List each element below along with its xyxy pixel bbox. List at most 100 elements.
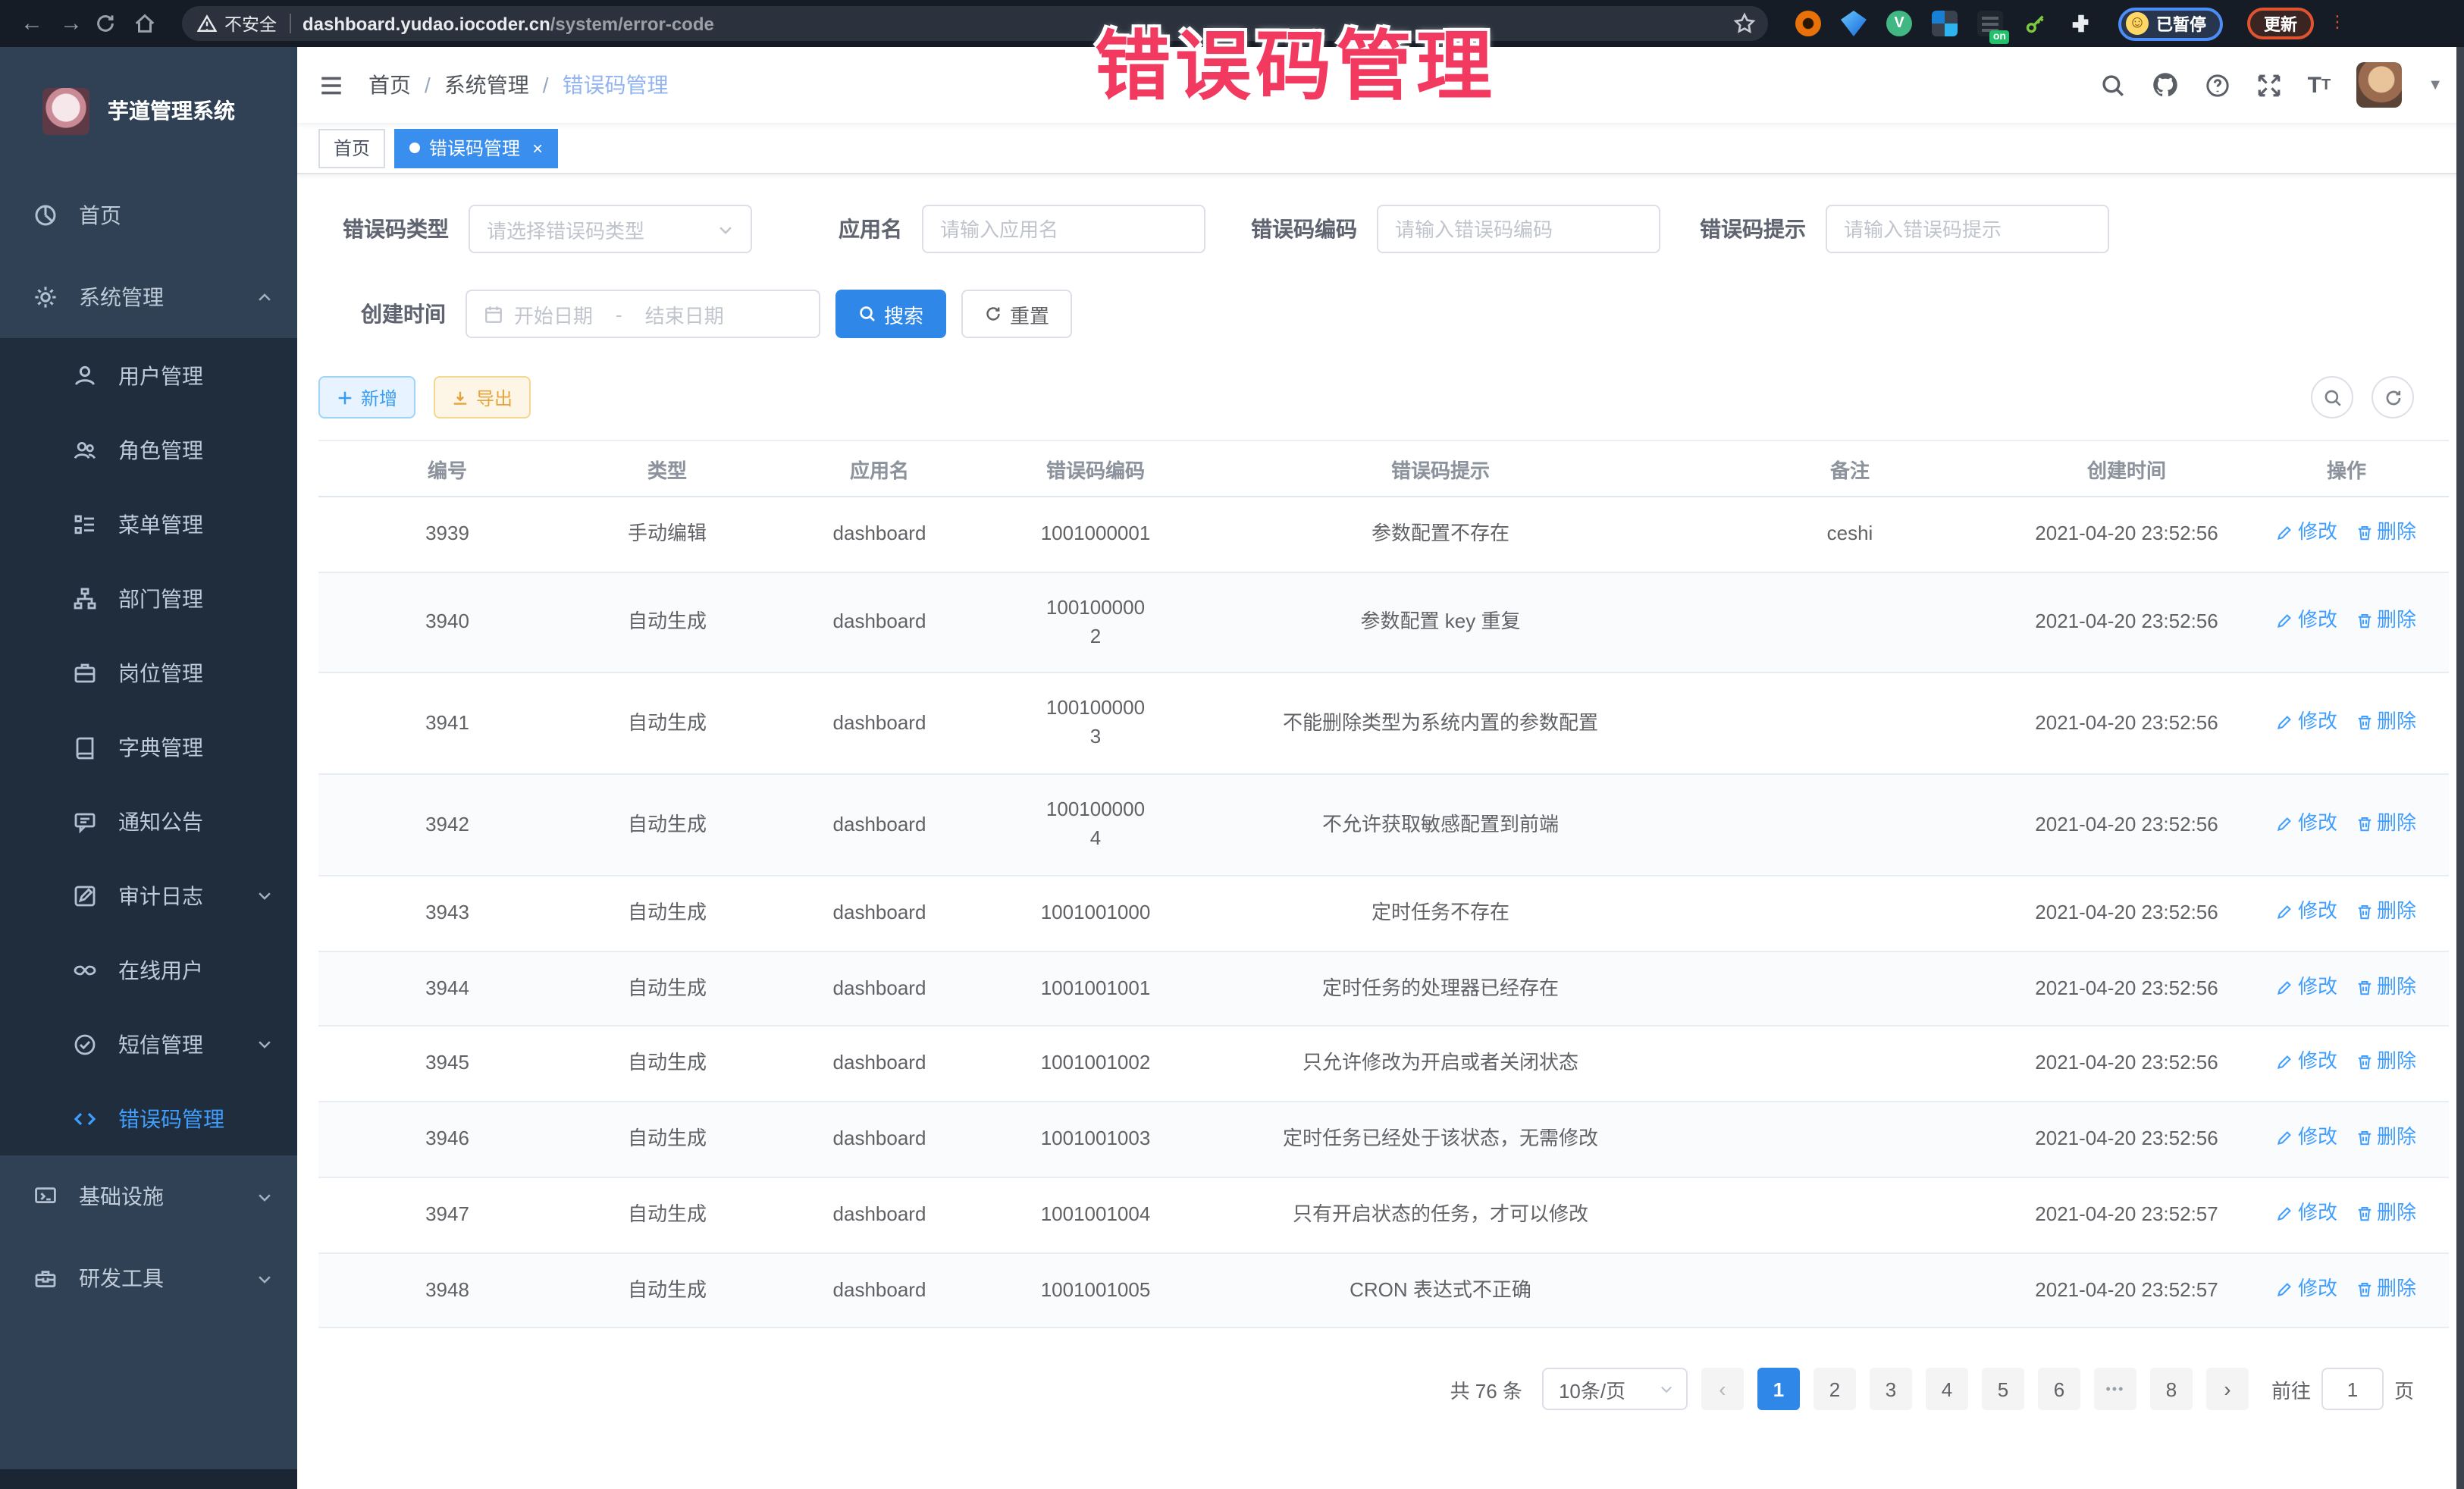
profile-paused-badge[interactable]: ☺ 已暂停 [2118, 7, 2223, 40]
close-icon[interactable]: × [532, 137, 543, 158]
page-button-5[interactable]: 5 [1982, 1368, 2024, 1411]
search-icon [2322, 387, 2342, 407]
sidebar-item-menus[interactable]: 菜单管理 [0, 487, 297, 561]
error-type-select[interactable]: 请选择错误码类型 [469, 205, 752, 253]
error-msg-input[interactable] [1844, 218, 2091, 240]
date-range-picker[interactable]: 开始日期 - 结束日期 [466, 290, 820, 338]
page-size-select[interactable]: 10条/页 [1542, 1368, 1688, 1411]
sidebar-item-dictionaries[interactable]: 字典管理 [0, 710, 297, 784]
page-scrollbar[interactable] [2456, 47, 2464, 1489]
refresh-table-button[interactable] [2372, 376, 2414, 418]
sidebar-item-audit-log[interactable]: 审计日志 [0, 858, 297, 933]
goto-page-input[interactable] [2321, 1368, 2384, 1411]
sidebar-item-departments[interactable]: 部门管理 [0, 561, 297, 635]
export-button[interactable]: 导出 [434, 376, 531, 418]
page-button-8[interactable]: 8 [2150, 1368, 2193, 1411]
extension-key-icon[interactable] [2023, 11, 2049, 36]
edit-link[interactable]: 修改 [2277, 809, 2337, 838]
delete-link[interactable]: 删除 [2356, 1274, 2416, 1303]
refresh-icon [2383, 387, 2403, 407]
app-name-input[interactable] [940, 218, 1187, 240]
github-icon[interactable] [2152, 71, 2179, 99]
paused-label: 已暂停 [2156, 11, 2206, 36]
security-label[interactable]: 不安全 [224, 11, 277, 36]
extension-orange-icon[interactable] [1795, 11, 1821, 36]
delete-link[interactable]: 删除 [2356, 1199, 2416, 1228]
page-button-1[interactable]: 1 [1757, 1368, 1800, 1411]
edit-link[interactable]: 修改 [2277, 519, 2337, 547]
reload-icon[interactable] [94, 12, 127, 35]
url-domain[interactable]: dashboard.yudao.iocoder.cn [303, 13, 550, 34]
delete-link[interactable]: 删除 [2356, 607, 2416, 635]
sidebar-item-online-users[interactable]: 在线用户 [0, 933, 297, 1007]
sidebar-item-notices[interactable]: 通知公告 [0, 784, 297, 858]
edit-link[interactable]: 修改 [2277, 1124, 2337, 1152]
delete-link[interactable]: 删除 [2356, 1049, 2416, 1077]
sidebar-item-dev-tools[interactable]: 研发工具 [0, 1237, 297, 1319]
search-button[interactable]: 搜索 [835, 290, 946, 338]
back-icon[interactable]: ← [15, 11, 49, 36]
delete-link[interactable]: 删除 [2356, 809, 2416, 838]
app-logo[interactable]: 芋道管理系统 [0, 47, 297, 174]
user-avatar[interactable] [2356, 62, 2402, 108]
fullscreen-icon[interactable] [2256, 72, 2282, 98]
delete-link[interactable]: 删除 [2356, 708, 2416, 737]
url-path[interactable]: /system/error-code [550, 13, 714, 34]
delete-link[interactable]: 删除 [2356, 898, 2416, 926]
home-icon[interactable] [133, 12, 167, 35]
font-size-icon[interactable]: TT [2308, 72, 2331, 98]
trash-icon [2356, 1055, 2372, 1071]
bookmark-star-icon[interactable] [1733, 12, 1756, 35]
toggle-search-button[interactable] [2311, 376, 2353, 418]
sidebar-item-home[interactable]: 首页 [0, 174, 297, 256]
sidebar-item-sms[interactable]: 短信管理 [0, 1007, 297, 1081]
filter-time-label: 创建时间 [361, 299, 446, 329]
tag-error-code[interactable]: 错误码管理 × [394, 128, 558, 168]
extensions-puzzle-icon[interactable] [2068, 11, 2094, 36]
extension-gem-icon[interactable] [1841, 11, 1867, 36]
delete-link[interactable]: 删除 [2356, 1124, 2416, 1152]
edit-log-icon [73, 883, 97, 908]
sidebar-item-infrastructure[interactable]: 基础设施 [0, 1155, 297, 1237]
col-header-type: 类型 [576, 440, 758, 497]
vue-devtools-icon[interactable]: V [1886, 11, 1912, 36]
edit-link[interactable]: 修改 [2277, 898, 2337, 926]
search-icon[interactable] [2100, 72, 2126, 98]
add-button[interactable]: 新增 [318, 376, 415, 418]
address-bar[interactable]: 不安全 dashboard.yudao.iocoder.cn/system/er… [182, 6, 1768, 41]
hamburger-icon[interactable] [318, 72, 344, 98]
delete-link[interactable]: 删除 [2356, 973, 2416, 1002]
page-button-6[interactable]: 6 [2038, 1368, 2080, 1411]
extension-list-icon[interactable]: on [1977, 11, 2003, 36]
edit-link[interactable]: 修改 [2277, 1274, 2337, 1303]
error-code-input[interactable] [1395, 218, 1642, 240]
sidebar-item-system[interactable]: 系统管理 [0, 256, 297, 338]
breadcrumb-system[interactable]: 系统管理 [444, 70, 529, 100]
page-button-2[interactable]: 2 [1814, 1368, 1856, 1411]
page-button-4[interactable]: 4 [1926, 1368, 1968, 1411]
warning-icon[interactable] [197, 14, 217, 33]
browser-menu-icon[interactable]: ⋮ [2329, 20, 2341, 27]
more-pages-button[interactable]: ••• [2094, 1368, 2136, 1411]
next-page-button[interactable]: › [2206, 1368, 2249, 1411]
extension-grid-icon[interactable] [1932, 11, 1958, 36]
browser-update-button[interactable]: 更新 [2247, 8, 2314, 39]
edit-link[interactable]: 修改 [2277, 973, 2337, 1002]
sidebar-item-users[interactable]: 用户管理 [0, 338, 297, 412]
sidebar-item-posts[interactable]: 岗位管理 [0, 635, 297, 710]
sidebar-item-error-code[interactable]: 错误码管理 [0, 1081, 297, 1155]
avatar-caret-icon[interactable]: ▼ [2428, 77, 2443, 93]
edit-link[interactable]: 修改 [2277, 1049, 2337, 1077]
help-icon[interactable] [2205, 72, 2230, 98]
forward-icon[interactable]: → [55, 11, 88, 36]
page-button-3[interactable]: 3 [1870, 1368, 1912, 1411]
sidebar-item-roles[interactable]: 角色管理 [0, 412, 297, 487]
edit-link[interactable]: 修改 [2277, 607, 2337, 635]
edit-link[interactable]: 修改 [2277, 708, 2337, 737]
breadcrumb-home[interactable]: 首页 [368, 70, 411, 100]
edit-link[interactable]: 修改 [2277, 1199, 2337, 1228]
tag-home[interactable]: 首页 [318, 128, 385, 168]
reset-button[interactable]: 重置 [961, 290, 1072, 338]
delete-link[interactable]: 删除 [2356, 519, 2416, 547]
prev-page-button[interactable]: ‹ [1701, 1368, 1744, 1411]
